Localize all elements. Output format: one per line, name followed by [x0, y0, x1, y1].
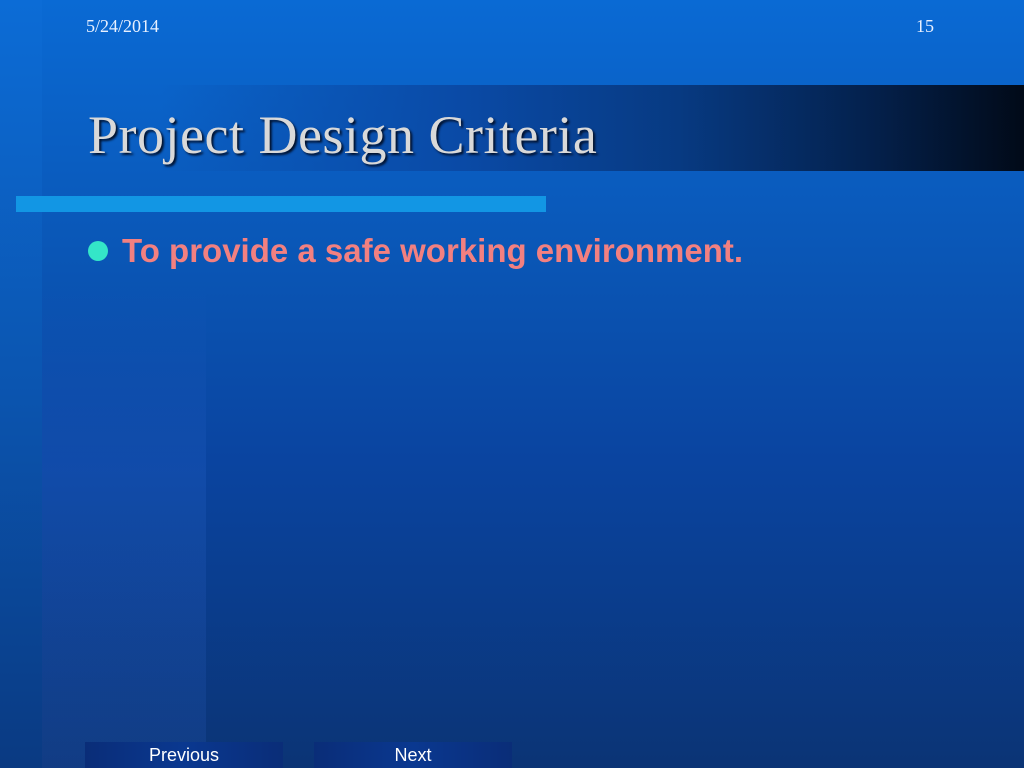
- slide-date: 5/24/2014: [86, 16, 160, 36]
- previous-button[interactable]: Previous: [85, 742, 283, 768]
- mid-background-column: [42, 280, 206, 768]
- title-accent-bar: [16, 196, 546, 212]
- bullet-item: To provide a safe working environment.: [88, 232, 743, 270]
- slide-page-number: 15: [916, 16, 934, 36]
- left-background-column: [0, 0, 42, 768]
- bullet-dot-icon: [88, 241, 108, 261]
- slide-title: Project Design Criteria: [88, 105, 598, 165]
- next-button[interactable]: Next: [314, 742, 512, 768]
- bullet-text: To provide a safe working environment.: [122, 232, 744, 269]
